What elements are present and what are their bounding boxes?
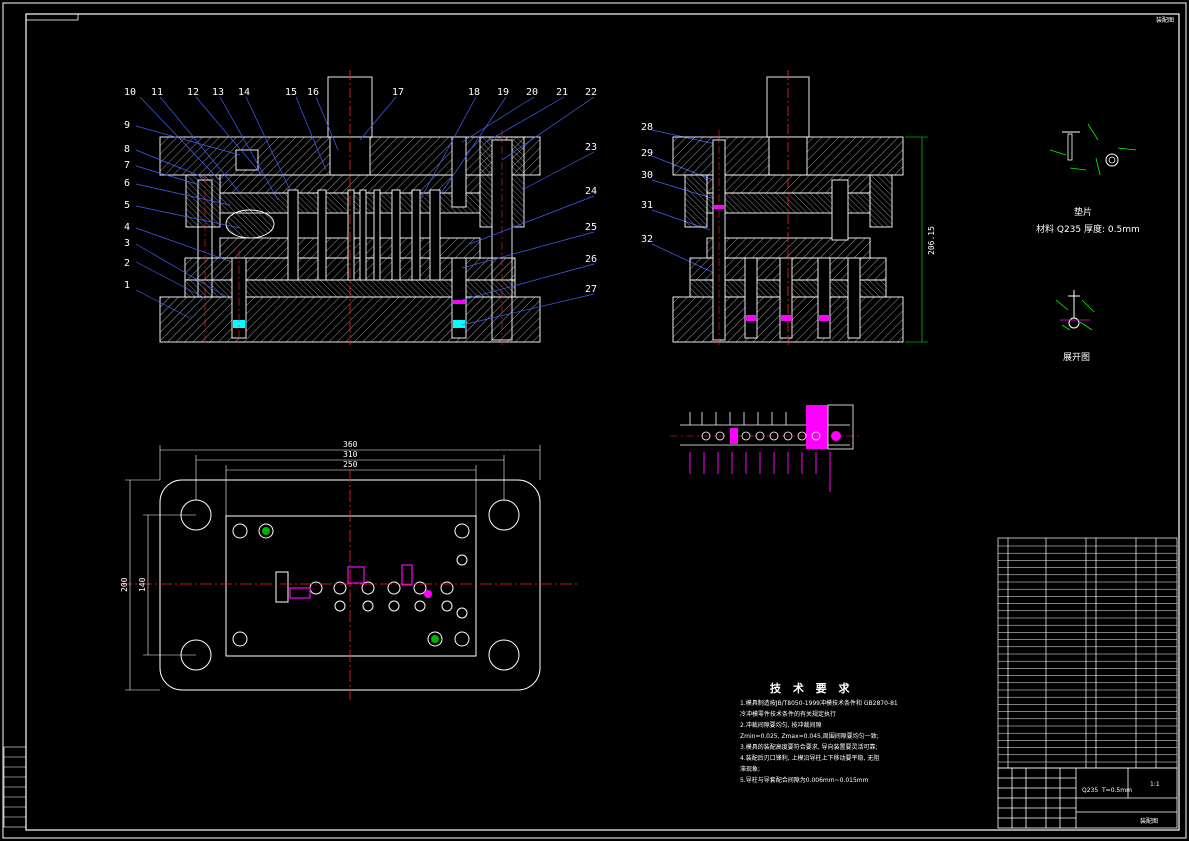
part-label: 29	[641, 148, 653, 159]
part-label: 7	[124, 160, 130, 171]
part-label: 17	[392, 87, 404, 98]
title-material: Q235	[1082, 787, 1098, 794]
parts-list-table	[997, 537, 1178, 769]
title-drawing-name: 装配图	[1140, 817, 1158, 825]
part-label: 22	[585, 87, 597, 98]
part-label: 13	[212, 87, 224, 98]
part-label: 21	[556, 87, 568, 98]
part-label: 2	[124, 258, 130, 269]
strip-layout	[670, 404, 860, 492]
part-label: 10	[124, 87, 136, 98]
washer-part-sketch	[1049, 123, 1137, 176]
part-label: 26	[585, 254, 597, 265]
unfold-part-sketch	[1055, 290, 1095, 331]
drawing-frame	[2, 2, 1187, 839]
part-label: 4	[124, 222, 130, 233]
part-label: 6	[124, 178, 130, 189]
dim-width-mid: 310	[343, 450, 358, 459]
part-label: 16	[307, 87, 319, 98]
part-label: 27	[585, 284, 597, 295]
part-label: 24	[585, 186, 597, 197]
part-label: 32	[641, 234, 653, 245]
washer-title: 垫片	[1074, 206, 1092, 218]
part-labels-side: 28 29 30 31 32	[641, 122, 653, 245]
dim-height-inner: 140	[138, 577, 147, 592]
part-label: 1	[124, 280, 130, 291]
height-dimension: 206.15	[927, 226, 936, 255]
cad-drawing-canvas: 装配图 1 2 3 4 5 6 7 8 9 10 11 12 13 14 15 …	[2, 2, 1187, 839]
part-label: 18	[468, 87, 480, 98]
margin-stamp-block	[3, 746, 27, 828]
part-label: 3	[124, 238, 130, 249]
tech-requirements: 技 术 要 求 1.模具制造按JB/T8050-1999冲模技术条件和 GB28…	[740, 681, 898, 784]
parts-list-rows	[998, 545, 1177, 763]
dim-width-outer: 360	[343, 440, 358, 449]
tech-line: 滞现象;	[740, 765, 760, 773]
part-label: 30	[641, 170, 653, 181]
tech-line: 4.装配后刃口锋利, 上模沿导柱上下移动要平稳, 无阻	[740, 754, 879, 762]
dim-height-outer: 200	[120, 577, 129, 592]
tech-line: 冷冲模零件技术条件的有关规定执行	[740, 710, 836, 718]
part-label: 14	[238, 87, 250, 98]
tech-line: 5.导柱与导套配合间隙为0.006mm~0.015mm	[740, 776, 869, 784]
tech-line: 2.冲裁间隙要均匀, 按冲裁间隙	[740, 721, 822, 729]
part-label: 25	[585, 222, 597, 233]
dim-width-inner: 250	[343, 460, 358, 469]
part-label: 23	[585, 142, 597, 153]
part-label: 28	[641, 122, 653, 133]
tech-title: 技 术 要 求	[770, 681, 854, 695]
part-labels-right: 23 24 25 26 27	[585, 142, 597, 295]
part-label: 5	[124, 200, 130, 211]
unfold-title: 展开图	[1063, 352, 1090, 363]
part-label: 15	[285, 87, 297, 98]
part-label: 20	[526, 87, 538, 98]
tech-line: Zmin=0.025, Zmax=0.045,周围间隙要均匀一致;	[740, 732, 879, 740]
tech-line: 3.模具的装配高度要符合要求, 导向装置要灵活可靠;	[740, 743, 878, 751]
part-label: 11	[151, 87, 163, 98]
plan-view-accents	[120, 470, 580, 700]
part-labels-top: 10 11 12 13 14 15 16 17 18 19 20 21 22	[124, 87, 597, 98]
corner-tag: 装配图	[1156, 16, 1174, 24]
part-label: 8	[124, 144, 130, 155]
part-label: 12	[187, 87, 199, 98]
part-label: 9	[124, 120, 130, 131]
part-labels-left: 1 2 3 4 5 6 7 8 9	[124, 120, 130, 291]
part-label: 19	[497, 87, 509, 98]
title-thickness: T=0.5mm	[1101, 787, 1132, 794]
title-scale: 1:1	[1150, 781, 1160, 788]
washer-material: 材料 Q235 厚度: 0.5mm	[1036, 223, 1140, 235]
part-label: 31	[641, 200, 653, 211]
plan-dimensions	[125, 445, 541, 691]
tech-line: 1.模具制造按JB/T8050-1999冲模技术条件和 GB2870-81	[740, 699, 898, 707]
